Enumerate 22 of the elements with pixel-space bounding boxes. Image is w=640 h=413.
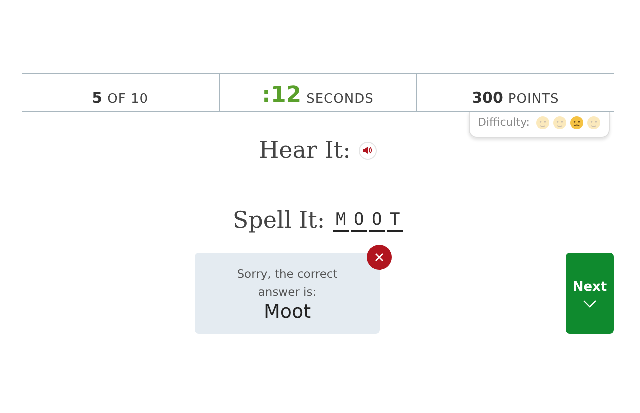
feedback-message: Sorry, the correct answer is: xyxy=(236,266,339,300)
letter-blank: M xyxy=(333,210,350,232)
correct-answer: Moot xyxy=(262,300,312,322)
timer-value: :12 xyxy=(262,83,302,109)
face-icon[interactable] xyxy=(570,116,584,130)
chevron-down-icon xyxy=(583,300,597,308)
stat-value: 5 xyxy=(92,88,103,108)
next-button[interactable]: Next xyxy=(566,252,614,334)
stat-label: OF 10 xyxy=(108,90,148,108)
spell-it-label: Spell It: xyxy=(232,207,326,236)
difficulty-label: Difficulty: xyxy=(478,115,530,131)
stat-label: SECONDS xyxy=(306,90,374,108)
stat-value: 300 xyxy=(472,88,504,108)
letter-blank: O xyxy=(351,210,368,232)
letter-blank: O xyxy=(369,210,386,232)
hear-it-label: Hear It: xyxy=(259,136,351,166)
letter-blank: T xyxy=(387,210,404,232)
speaker-button[interactable] xyxy=(358,142,377,160)
speaker-icon xyxy=(363,147,372,154)
close-button[interactable] xyxy=(367,244,392,270)
stat-label: POINTS xyxy=(508,90,560,108)
close-icon xyxy=(375,252,384,262)
